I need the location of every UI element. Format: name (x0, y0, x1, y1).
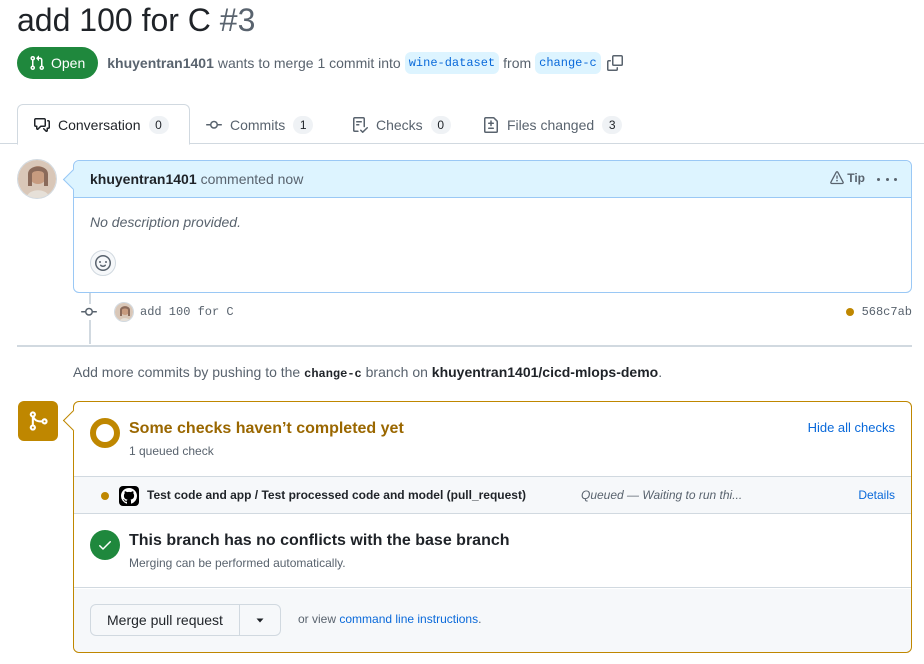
git-merge-icon (29, 411, 48, 431)
pending-status-dot (101, 492, 109, 500)
commit-message-link[interactable]: add 100 for C (140, 305, 234, 319)
github-actions-logo (119, 486, 139, 506)
checks-subtitle: 1 queued check (129, 444, 214, 458)
cli-hint-suffix: . (478, 612, 482, 626)
merge-status-icon-box (18, 401, 58, 441)
tip-label: Tip (847, 171, 865, 185)
checks-title: Some checks haven’t completed yet (129, 420, 404, 437)
triangle-down-icon (256, 618, 264, 623)
copy-icon[interactable] (606, 55, 623, 71)
merge-text: wants to merge 1 commit into (217, 55, 401, 71)
pr-title: add 100 for C #3 (17, 0, 255, 40)
pr-status-row: Open khuyentran1401 wants to merge 1 com… (17, 47, 623, 79)
git-commit-icon (206, 120, 222, 129)
add-reaction-button[interactable] (90, 250, 116, 276)
state-label: Open (51, 55, 86, 71)
checklist-icon (353, 116, 368, 133)
commit-author-avatar[interactable] (114, 302, 134, 322)
comment-header: khuyentran1401 commented now Tip (74, 161, 911, 198)
command-line-instructions-link[interactable]: command line instructions (339, 612, 478, 626)
commit-sha-link[interactable]: 568c7ab (862, 305, 912, 319)
tab-commits[interactable]: Commits 1 (190, 104, 329, 145)
tab-conversation-label: Conversation (58, 116, 141, 133)
pr-title-text: add 100 for C (17, 2, 211, 38)
mark-github-icon (121, 488, 137, 504)
tab-files-changed-label: Files changed (507, 116, 595, 133)
pending-status-dot[interactable] (845, 308, 854, 316)
git-pull-request-icon (30, 55, 45, 71)
tab-commits-label: Commits (230, 116, 286, 133)
push-hint-suffix: . (658, 364, 663, 380)
check-item: Test code and app / Test processed code … (74, 476, 911, 514)
pr-meta: khuyentran1401 wants to merge 1 commit i… (107, 52, 623, 74)
check-circle-icon (90, 530, 120, 560)
check-icon (99, 541, 111, 550)
push-hint-repo: khuyentran1401/cicd-mlops-demo (431, 364, 659, 380)
base-branch[interactable]: wine-dataset (404, 52, 500, 74)
commit-status: 568c7ab (845, 305, 912, 319)
pending-ring-icon (90, 418, 120, 448)
file-diff-icon (484, 116, 498, 133)
user-avatar-image (115, 303, 133, 321)
tab-files-changed[interactable]: Files changed 3 (467, 104, 638, 145)
cli-hint: or view command line instructions. (298, 612, 481, 626)
state-badge: Open (17, 47, 99, 79)
merge-footer: Merge pull request or view command line … (74, 589, 911, 652)
check-details-link[interactable]: Details (858, 488, 895, 502)
comment-body: No description provided. (90, 214, 241, 230)
merge-button-group: Merge pull request (90, 604, 281, 636)
git-commit-icon (81, 304, 97, 320)
comment-discussion-icon (34, 117, 50, 132)
checks-summary: Some checks haven’t completed yet 1 queu… (74, 402, 911, 476)
pr-number: #3 (219, 2, 256, 38)
push-hint-middle: branch on (365, 364, 428, 380)
conflicts-title: This branch has no conflicts with the ba… (129, 532, 510, 549)
tab-checks[interactable]: Checks 0 (336, 104, 467, 145)
timeline-divider (17, 345, 912, 347)
merge-box: Some checks haven’t completed yet 1 queu… (73, 401, 912, 653)
user-avatar-image (18, 160, 56, 198)
kebab-horizontal-icon[interactable] (877, 170, 897, 188)
tab-conversation-count: 0 (148, 115, 169, 134)
comment-timestamp[interactable]: commented now (201, 171, 304, 187)
timeline-commit-row: add 100 for C 568c7ab (81, 301, 912, 323)
merge-options-dropdown[interactable] (240, 605, 280, 635)
from-text: from (503, 55, 532, 71)
tab-files-changed-count: 3 (602, 115, 623, 134)
push-hint-prefix: Add more commits by pushing to the (73, 364, 301, 380)
conflicts-summary: This branch has no conflicts with the ba… (74, 514, 911, 588)
pr-author-link[interactable]: khuyentran1401 (107, 55, 214, 71)
check-status: Queued — Waiting to run thi... (581, 488, 743, 502)
hide-all-checks-link[interactable]: Hide all checks (808, 420, 895, 435)
avatar[interactable] (17, 159, 57, 199)
tip-button[interactable]: Tip (830, 171, 865, 185)
tab-checks-count: 0 (430, 115, 451, 134)
cli-hint-prefix: or view (298, 612, 337, 626)
push-hint-branch: change-c (304, 367, 362, 381)
merge-pull-request-button[interactable]: Merge pull request (91, 605, 240, 635)
check-name: Test code and app / Test processed code … (147, 488, 526, 502)
conflicts-subtitle: Merging can be performed automatically. (129, 556, 346, 570)
smiley-icon (95, 255, 111, 271)
comment-author-link[interactable]: khuyentran1401 (90, 171, 197, 187)
pr-tabs: Conversation 0 Commits 1 Checks 0 Files … (0, 104, 924, 145)
alert-icon (830, 171, 845, 185)
tab-commits-count: 1 (293, 115, 314, 134)
push-hint: Add more commits by pushing to the chang… (73, 364, 662, 381)
head-branch[interactable]: change-c (535, 52, 601, 74)
comment-box: khuyentran1401 commented now Tip No desc… (73, 160, 912, 293)
tab-conversation[interactable]: Conversation 0 (17, 104, 190, 145)
tab-checks-label: Checks (376, 116, 423, 133)
